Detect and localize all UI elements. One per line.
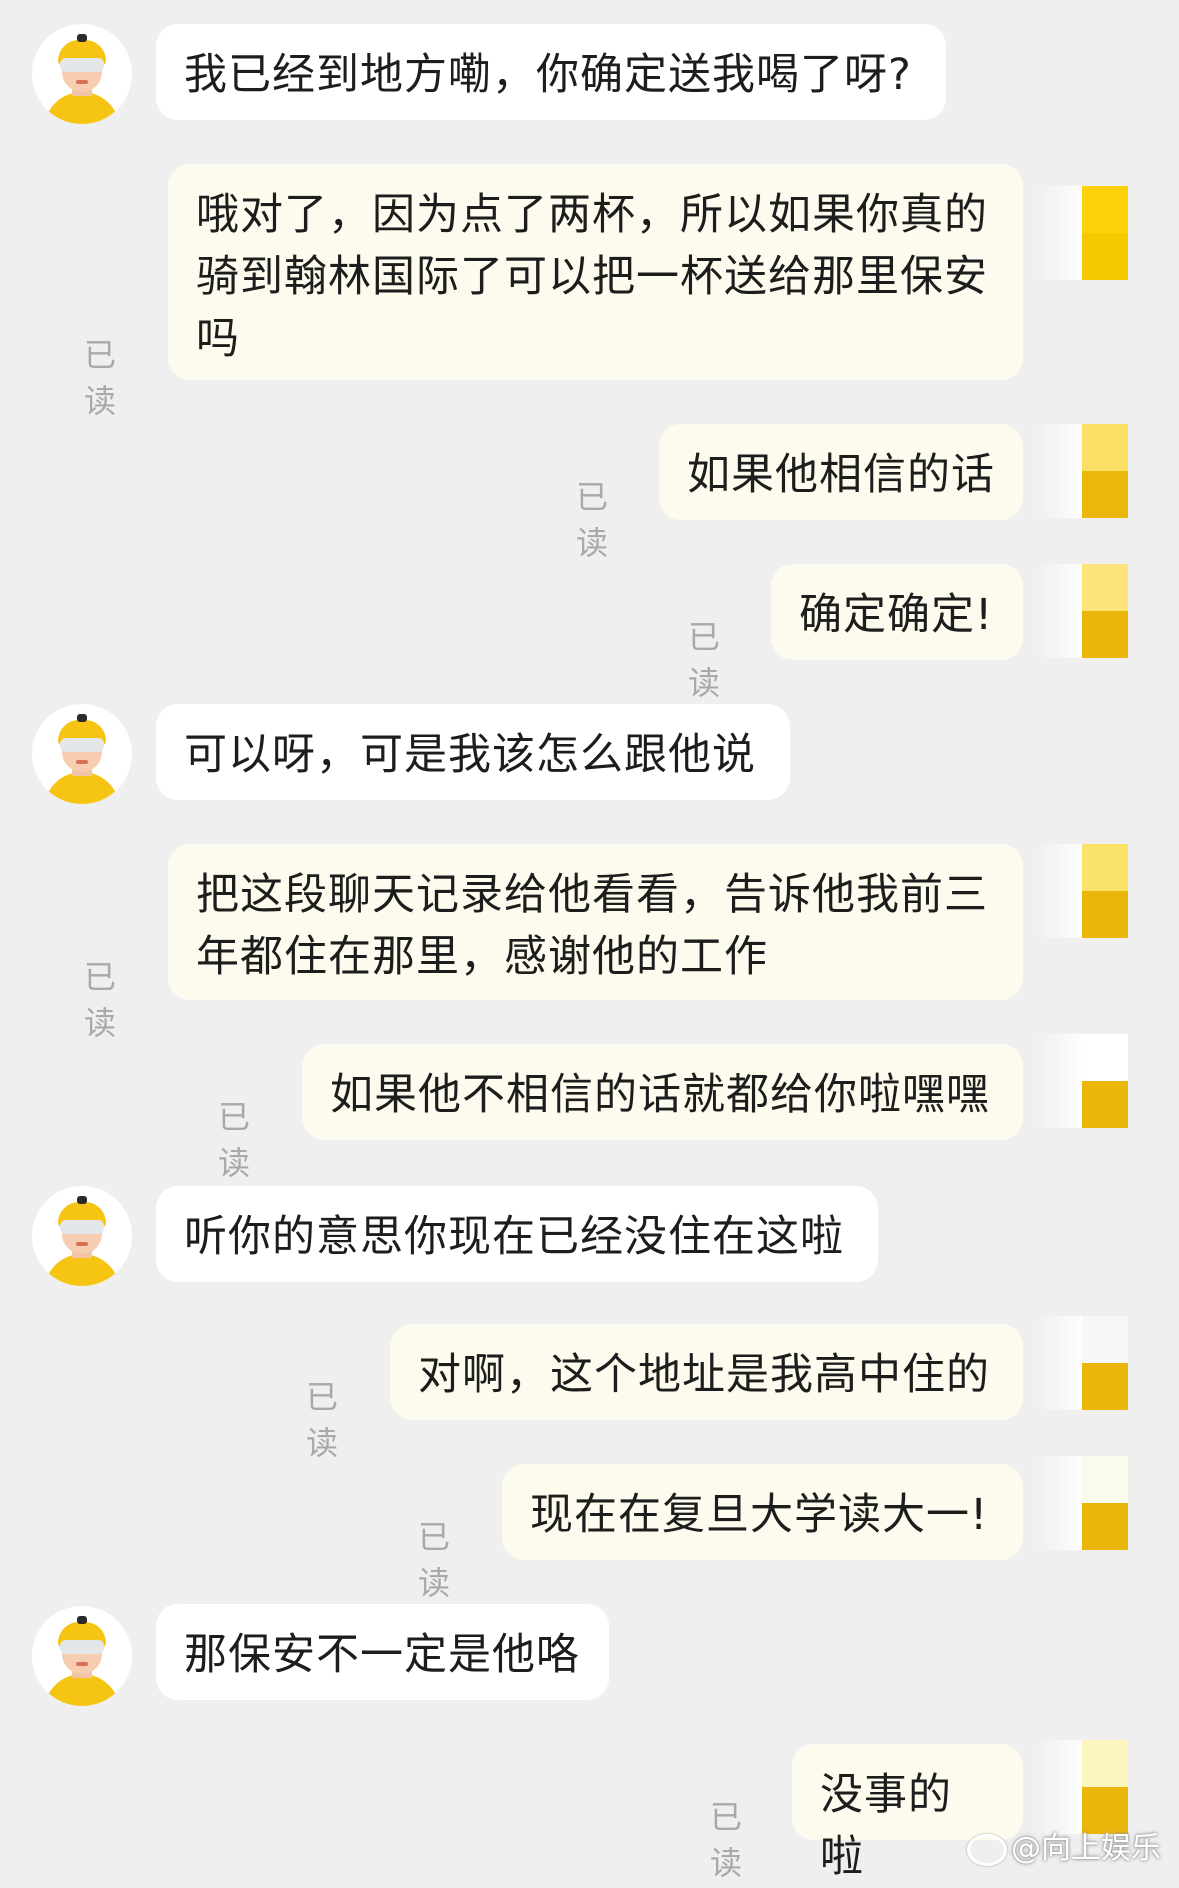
mosaic-block (1082, 471, 1128, 518)
read-receipt: 已读 (84, 336, 119, 420)
message-bubble[interactable]: 那保安不一定是他咯 (156, 1604, 609, 1700)
message-bubble[interactable]: 可以呀，可是我该怎么跟他说 (156, 704, 790, 800)
mosaic-block (1082, 1363, 1128, 1410)
mosaic-block (1082, 564, 1128, 611)
watermark: @向上娱乐 (967, 1823, 1161, 1867)
mosaic-block (1082, 1456, 1128, 1503)
message-bubble[interactable]: 确定确定! (771, 564, 1023, 660)
read-receipt: 已读 (688, 618, 723, 702)
read-receipt: 已读 (418, 1518, 453, 1602)
mosaic-block (1082, 1503, 1128, 1550)
mosaic-block (1082, 233, 1128, 280)
mosaic-block (1082, 844, 1128, 891)
mosaic-block (1082, 1740, 1128, 1787)
courier-avatar[interactable] (32, 24, 132, 124)
avatar-mosaic (1036, 424, 1128, 518)
avatar-mosaic (1036, 1456, 1128, 1550)
mosaic-block (1082, 186, 1128, 233)
avatar-mosaic (1036, 1034, 1128, 1128)
courier-avatar[interactable] (32, 1186, 132, 1286)
avatar-mosaic (1036, 1316, 1128, 1410)
mosaic-block (1082, 1316, 1128, 1363)
read-receipt: 已读 (218, 1098, 253, 1182)
message-bubble[interactable]: 现在在复旦大学读大一! (502, 1464, 1023, 1560)
message-bubble[interactable]: 哦对了，因为点了两杯，所以如果你真的骑到翰林国际了可以把一杯送给那里保安吗 (168, 164, 1023, 380)
message-bubble[interactable]: 对啊，这个地址是我高中住的 (390, 1324, 1023, 1420)
courier-avatar[interactable] (32, 1606, 132, 1706)
mosaic-block (1082, 611, 1128, 658)
read-receipt: 已读 (576, 478, 611, 562)
avatar-mosaic (1036, 186, 1128, 280)
avatar-mosaic (1036, 1740, 1128, 1834)
mosaic-block (1082, 1034, 1128, 1081)
read-receipt: 已读 (306, 1378, 341, 1462)
weibo-icon (967, 1833, 1007, 1866)
message-bubble[interactable]: 听你的意思你现在已经没住在这啦 (156, 1186, 878, 1282)
avatar-mosaic (1036, 564, 1128, 658)
message-bubble[interactable]: 如果他相信的话 (659, 424, 1023, 520)
read-receipt: 已读 (84, 958, 119, 1042)
message-bubble[interactable]: 如果他不相信的话就都给你啦嘿嘿 (302, 1044, 1023, 1140)
mosaic-block (1082, 891, 1128, 938)
message-bubble[interactable]: 把这段聊天记录给他看看，告诉他我前三年都住在那里，感谢他的工作 (168, 844, 1023, 1000)
mosaic-block (1082, 1081, 1128, 1128)
read-receipt: 已读 (710, 1798, 745, 1882)
courier-avatar[interactable] (32, 704, 132, 804)
avatar-mosaic (1036, 844, 1128, 938)
message-bubble[interactable]: 我已经到地方嘞，你确定送我喝了呀? (156, 24, 946, 120)
mosaic-block (1082, 424, 1128, 471)
watermark-text: @向上娱乐 (1011, 1831, 1161, 1866)
